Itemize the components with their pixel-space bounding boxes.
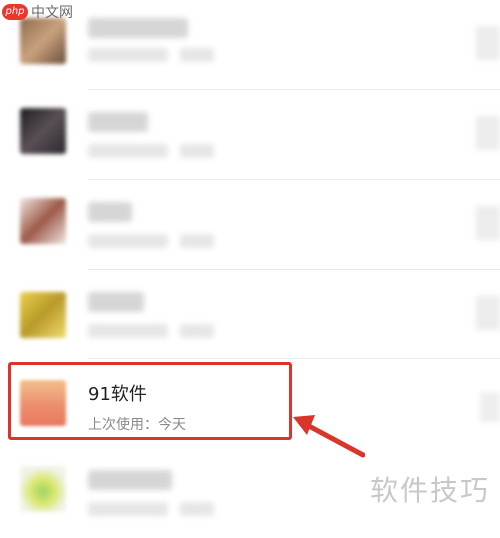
blurred-title xyxy=(88,470,172,490)
blurred-title xyxy=(88,18,188,38)
blurred-right-content xyxy=(480,392,500,422)
mini-program-list: 91软件 上次使用：今天 xyxy=(0,0,500,527)
blurred-subtitle xyxy=(88,324,168,338)
site-watermark-bottom: 软件技巧 xyxy=(369,474,490,507)
list-item[interactable] xyxy=(0,90,500,180)
blurred-subtitle xyxy=(88,48,168,62)
blurred-right-content xyxy=(476,26,500,60)
blurred-right-content xyxy=(476,206,500,240)
php-logo-icon: php xyxy=(2,4,28,20)
site-watermark-text: 中文网 xyxy=(31,5,73,21)
blurred-subtitle xyxy=(180,234,214,248)
blurred-title xyxy=(88,292,144,312)
highlight-box xyxy=(8,362,292,440)
blurred-title xyxy=(88,112,148,132)
blurred-right-content xyxy=(476,296,500,330)
list-item[interactable] xyxy=(0,0,500,90)
blurred-subtitle xyxy=(180,502,214,516)
blurred-subtitle xyxy=(88,234,168,248)
blurred-subtitle xyxy=(180,144,214,158)
blurred-right-content xyxy=(476,116,500,150)
blurred-title xyxy=(88,202,132,222)
avatar xyxy=(20,198,66,244)
blurred-subtitle xyxy=(88,502,168,516)
blurred-subtitle xyxy=(180,324,214,338)
divider xyxy=(88,358,500,359)
avatar xyxy=(20,18,66,64)
avatar xyxy=(20,292,66,338)
list-item[interactable] xyxy=(0,270,500,360)
list-item[interactable] xyxy=(0,180,500,270)
avatar xyxy=(20,466,66,512)
blurred-subtitle xyxy=(180,48,214,62)
blurred-subtitle xyxy=(88,144,168,158)
site-watermark: php 中文网 xyxy=(2,2,73,22)
avatar xyxy=(20,108,66,154)
